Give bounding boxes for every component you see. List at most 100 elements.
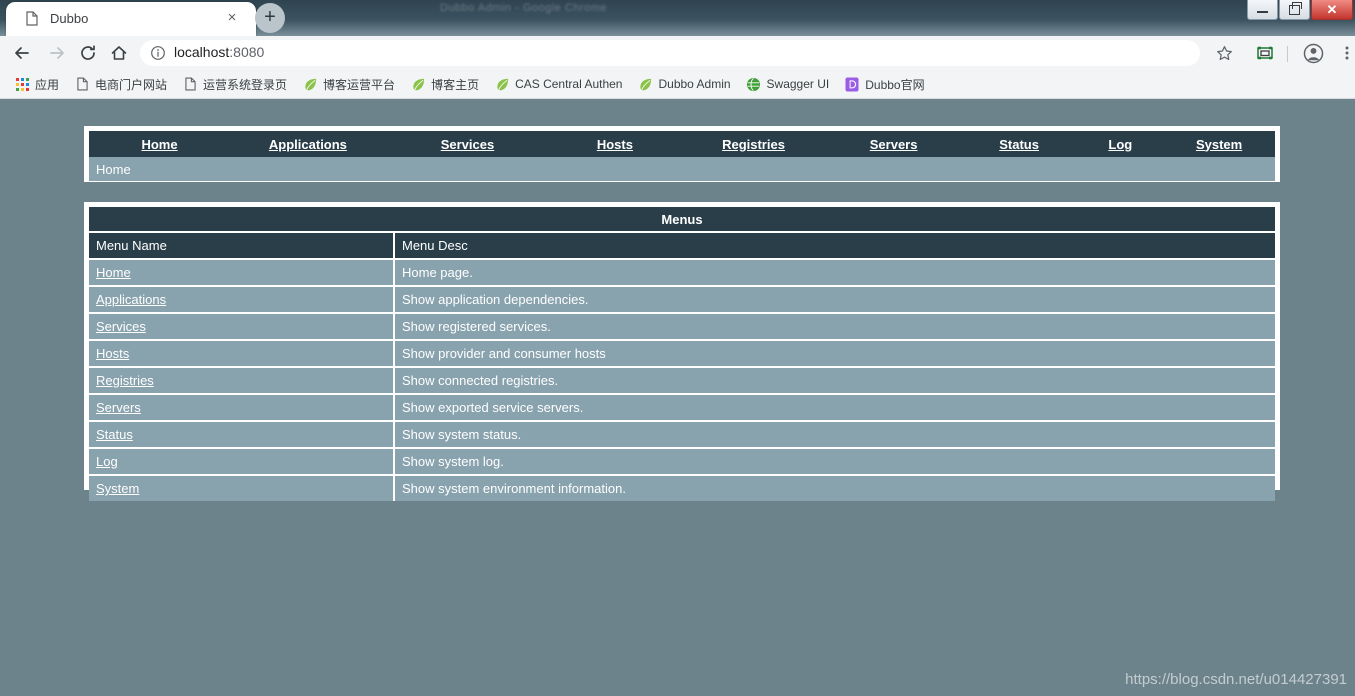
three-dot-menu-icon[interactable]	[1335, 41, 1355, 65]
menus-table: Menu Name Menu Desc Home Home page. Appl…	[89, 233, 1275, 501]
window-restore-button[interactable]	[1279, 0, 1310, 20]
nav-item-services[interactable]: Services	[386, 137, 549, 152]
table-row: Registries Show connected registries.	[89, 368, 1275, 395]
address-bar-text: localhost:8080	[174, 44, 264, 60]
breadcrumb-text: Home	[96, 161, 131, 177]
menu-desc-cell: Show application dependencies.	[395, 287, 1275, 314]
bookmark-star-icon[interactable]	[1212, 41, 1236, 65]
new-tab-button[interactable]: +	[255, 3, 285, 33]
menu-name-cell: System	[89, 476, 395, 501]
menu-link-log[interactable]: Log	[96, 454, 118, 469]
close-icon[interactable]: ×	[224, 10, 240, 26]
restore-icon	[1280, 0, 1309, 19]
table-row: Hosts Show provider and consumer hosts	[89, 341, 1275, 368]
bookmark-item[interactable]: Dubbo Admin	[633, 72, 734, 96]
nav-item-hosts[interactable]: Hosts	[549, 137, 680, 152]
page-content: Home Applications Services Hosts Registr…	[0, 100, 1355, 696]
menu-desc-cell: Show exported service servers.	[395, 395, 1275, 422]
main-navigation: Home Applications Services Hosts Registr…	[89, 131, 1275, 157]
menu-link-registries[interactable]: Registries	[96, 373, 154, 388]
bookmark-item[interactable]: Dubbo官网	[840, 72, 928, 96]
browser-toolbar: localhost:8080	[0, 36, 1355, 70]
home-icon[interactable]	[107, 41, 131, 65]
bookmark-item[interactable]: 博客运营平台	[298, 72, 399, 96]
leaf-icon	[302, 76, 318, 92]
bookmark-item[interactable]: 运营系统登录页	[178, 72, 291, 96]
profile-avatar-icon[interactable]	[1301, 41, 1325, 65]
menu-link-hosts[interactable]: Hosts	[96, 346, 129, 361]
menu-desc-cell: Show provider and consumer hosts	[395, 341, 1275, 368]
menu-link-applications[interactable]: Applications	[96, 292, 166, 307]
bookmark-label: Dubbo Admin	[658, 77, 731, 91]
table-row: Servers Show exported service servers.	[89, 395, 1275, 422]
bookmark-label: 电商门户网站	[95, 77, 168, 92]
leaf-icon	[494, 76, 510, 92]
leaf-icon	[410, 76, 426, 92]
menu-link-system[interactable]: System	[96, 481, 139, 496]
table-row: Status Show system status.	[89, 422, 1275, 449]
table-row: Log Show system log.	[89, 449, 1275, 476]
panel-title-text: Menus	[661, 211, 703, 227]
browser-title-bar: Dubbo Admin - Google Chrome Dubbo × + ✕	[0, 0, 1355, 36]
page-icon	[182, 76, 198, 92]
tab-title: Dubbo	[50, 11, 89, 26]
bookmark-label: 博客运营平台	[323, 77, 396, 92]
menus-panel-title: Menus	[89, 207, 1275, 231]
nav-item-applications[interactable]: Applications	[230, 137, 386, 152]
menu-name-cell: Servers	[89, 395, 395, 422]
bookmarks-bar: 应用 电商门户网站 运营系统登录页 博客运营平台 博客主页 CAS Centra…	[0, 70, 1355, 99]
window-close-button[interactable]: ✕	[1311, 0, 1353, 20]
nav-item-status[interactable]: Status	[961, 137, 1078, 152]
menu-desc-cell: Home page.	[395, 260, 1275, 287]
bookmark-label: Swagger UI	[766, 77, 830, 91]
browser-tab[interactable]: Dubbo ×	[6, 2, 256, 36]
menu-link-home[interactable]: Home	[96, 265, 131, 280]
breadcrumb: Home	[89, 157, 1275, 181]
menu-name-cell: Status	[89, 422, 395, 449]
bookmark-apps[interactable]: 应用	[10, 72, 63, 96]
bookmark-item[interactable]: 电商门户网站	[70, 72, 171, 96]
bookmark-item[interactable]: Swagger UI	[742, 72, 834, 96]
table-row: Services Show registered services.	[89, 314, 1275, 341]
table-header-row: Menu Name Menu Desc	[89, 233, 1275, 260]
bookmark-label: CAS Central Authen	[515, 77, 623, 91]
nav-item-system[interactable]: System	[1163, 137, 1275, 152]
apps-grid-icon	[14, 76, 30, 92]
nav-item-log[interactable]: Log	[1078, 137, 1164, 152]
address-bar[interactable]: localhost:8080	[140, 40, 1200, 66]
reload-icon[interactable]	[76, 41, 100, 65]
page-icon	[74, 76, 90, 92]
window-minimize-button[interactable]	[1247, 0, 1278, 20]
menu-link-status[interactable]: Status	[96, 427, 133, 442]
toolbar-divider	[1287, 46, 1288, 62]
leaf-icon	[637, 76, 653, 92]
page-icon	[26, 11, 38, 26]
table-row: Applications Show application dependenci…	[89, 287, 1275, 314]
menu-name-cell: Applications	[89, 287, 395, 314]
info-circle-icon[interactable]	[150, 45, 166, 61]
watermark: https://blog.csdn.net/u014427391	[1125, 671, 1347, 688]
url-port: :8080	[229, 44, 265, 60]
column-header-menu-desc: Menu Desc	[395, 233, 1275, 260]
forward-arrow-icon	[45, 41, 69, 65]
menus-panel: Menus Menu Name Menu Desc Home Home page…	[84, 202, 1280, 501]
menu-name-cell: Home	[89, 260, 395, 287]
bookmark-item[interactable]: CAS Central Authen	[490, 72, 626, 96]
menu-desc-cell: Show registered services.	[395, 314, 1275, 341]
menu-link-servers[interactable]: Servers	[96, 400, 141, 415]
window-controls: ✕	[1246, 0, 1353, 20]
table-row: Home Home page.	[89, 260, 1275, 287]
menu-desc-cell: Show connected registries.	[395, 368, 1275, 395]
nav-item-registries[interactable]: Registries	[681, 137, 827, 152]
nav-item-servers[interactable]: Servers	[826, 137, 960, 152]
menu-name-cell: Hosts	[89, 341, 395, 368]
nav-item-home[interactable]: Home	[89, 137, 230, 152]
bookmark-item[interactable]: 博客主页	[406, 72, 483, 96]
navigation-panel: Home Applications Services Hosts Registr…	[84, 126, 1280, 182]
cast-icon[interactable]	[1253, 41, 1277, 65]
url-host: localhost	[174, 44, 230, 60]
menu-desc-cell: Show system log.	[395, 449, 1275, 476]
menu-link-services[interactable]: Services	[96, 319, 146, 334]
table-row: System Show system environment informati…	[89, 476, 1275, 501]
back-arrow-icon[interactable]	[10, 41, 34, 65]
